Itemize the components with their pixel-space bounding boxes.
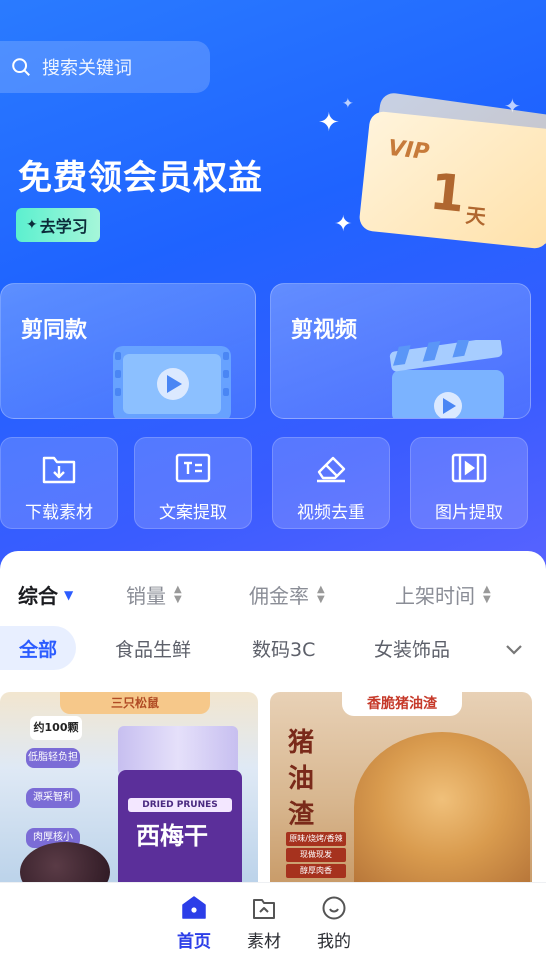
category-food[interactable]: 食品生鲜 <box>115 626 191 670</box>
product-package-cn: 西梅干 <box>136 822 208 850</box>
sort-listing-time[interactable]: 上架时间 ▲ ▼ <box>395 580 491 609</box>
product-feature: 源采智利 <box>26 788 80 808</box>
bottom-tab-bar: 首页 素材 我的 <box>0 882 546 957</box>
tool-label: 视频去重 <box>297 503 365 523</box>
sparkle-icon: ✦ <box>334 212 353 237</box>
product-tag: 现做现发 <box>286 848 346 862</box>
product-snack-bags <box>118 726 238 776</box>
text-extract-icon <box>175 453 211 483</box>
folder-icon <box>253 899 275 919</box>
film-frame-icon <box>451 453 487 483</box>
product-tag: 醇厚肉香 <box>286 864 346 878</box>
learn-button[interactable]: ✦ 去学习 <box>16 208 100 242</box>
category-womens-fashion[interactable]: 女装饰品 <box>374 626 450 670</box>
sparkle-icon: ✦ <box>342 96 354 112</box>
tab-home[interactable]: 首页 <box>154 895 234 952</box>
sort-label: 佣金率 <box>249 584 309 608</box>
sort-label: 销量 <box>126 584 166 608</box>
chevron-down-icon[interactable] <box>503 638 525 660</box>
caret-down-icon: ▼ <box>64 587 74 602</box>
product-card[interactable]: 香脆猪油渣 猪 油 渣 原味/烧烤/香辣 现做现发 醇厚肉香 <box>270 692 532 882</box>
sparkle-icon: ✦ <box>504 94 521 118</box>
film-strip-icon <box>113 346 231 418</box>
product-banner: 香脆猪油渣 <box>342 692 462 716</box>
tool-label: 文案提取 <box>159 503 227 523</box>
sparkle-icon: ✦ <box>26 217 38 233</box>
template-edit-card[interactable]: 剪同款 <box>0 283 256 419</box>
product-vertical-text: 猪 <box>288 728 315 758</box>
sort-arrows-icon: ▲ ▼ <box>317 583 325 605</box>
sort-label: 上架时间 <box>395 584 475 608</box>
prune-fruit-image <box>20 842 110 882</box>
tab-label: 首页 <box>177 932 211 952</box>
sort-arrows-icon: ▲ ▼ <box>174 583 182 605</box>
tool-image-extract[interactable]: 图片提取 <box>410 437 528 529</box>
product-card[interactable]: 三只松鼠 约100颗 低脂轻负担 源采智利 肉厚核小 DRIED PRUNES … <box>0 692 258 882</box>
product-badge: 约100颗 <box>30 716 82 740</box>
sparkle-icon: ✦ <box>318 108 340 138</box>
video-edit-label: 剪视频 <box>291 318 358 343</box>
product-brand: 三只松鼠 <box>60 692 210 714</box>
sort-label: 综合 <box>18 584 58 608</box>
sort-commission[interactable]: 佣金率 ▲ ▼ <box>249 580 325 609</box>
vip-unit: 天 <box>464 203 488 229</box>
search-placeholder: 搜索关键词 <box>42 58 132 79</box>
category-all[interactable]: 全部 <box>0 626 76 670</box>
vip-number: 1 <box>427 162 468 224</box>
tab-mine[interactable]: 我的 <box>294 895 374 952</box>
product-package-en: DRIED PRUNES <box>128 798 232 812</box>
pork-crackling-image <box>354 732 530 882</box>
search-icon <box>12 58 30 76</box>
tool-video-dedupe[interactable]: 视频去重 <box>272 437 390 529</box>
sort-bar: 综合 ▼ 销量 ▲ ▼ 佣金率 ▲ ▼ 上架时间 ▲ ▼ <box>0 580 546 610</box>
video-edit-card[interactable]: 剪视频 <box>270 283 531 419</box>
template-edit-label: 剪同款 <box>21 318 88 343</box>
category-tabs: 全部 食品生鲜 数码3C 女装饰品 <box>0 626 546 670</box>
sort-sales[interactable]: 销量 ▲ ▼ <box>126 580 182 609</box>
banner-title: 免费领会员权益 <box>18 158 263 198</box>
product-tag: 原味/烧烤/香辣 <box>286 832 346 846</box>
vip-label: VIP <box>386 135 431 166</box>
search-bar[interactable]: 搜索关键词 <box>0 41 210 93</box>
product-vertical-text: 渣 <box>288 800 315 830</box>
download-folder-icon <box>42 456 76 484</box>
product-vertical-text: 油 <box>288 764 315 794</box>
product-feature: 低脂轻负担 <box>26 748 80 768</box>
product-package: DRIED PRUNES 西梅干 <box>118 770 242 882</box>
tool-text-extract[interactable]: 文案提取 <box>134 437 252 529</box>
tool-label: 图片提取 <box>435 503 503 523</box>
learn-button-label: 去学习 <box>39 217 88 236</box>
clapperboard-icon <box>389 340 504 418</box>
tab-material[interactable]: 素材 <box>224 895 304 952</box>
tab-label: 我的 <box>317 932 351 952</box>
sort-arrows-icon: ▲ ▼ <box>483 583 491 605</box>
tool-download-material[interactable]: 下载素材 <box>0 437 118 529</box>
category-digital[interactable]: 数码3C <box>252 626 315 670</box>
eraser-icon <box>317 456 346 483</box>
tab-label: 素材 <box>247 932 281 952</box>
tool-label: 下载素材 <box>25 503 93 523</box>
sort-comprehensive[interactable]: 综合 ▼ <box>18 580 73 609</box>
home-icon <box>182 896 206 919</box>
profile-icon <box>322 896 346 920</box>
